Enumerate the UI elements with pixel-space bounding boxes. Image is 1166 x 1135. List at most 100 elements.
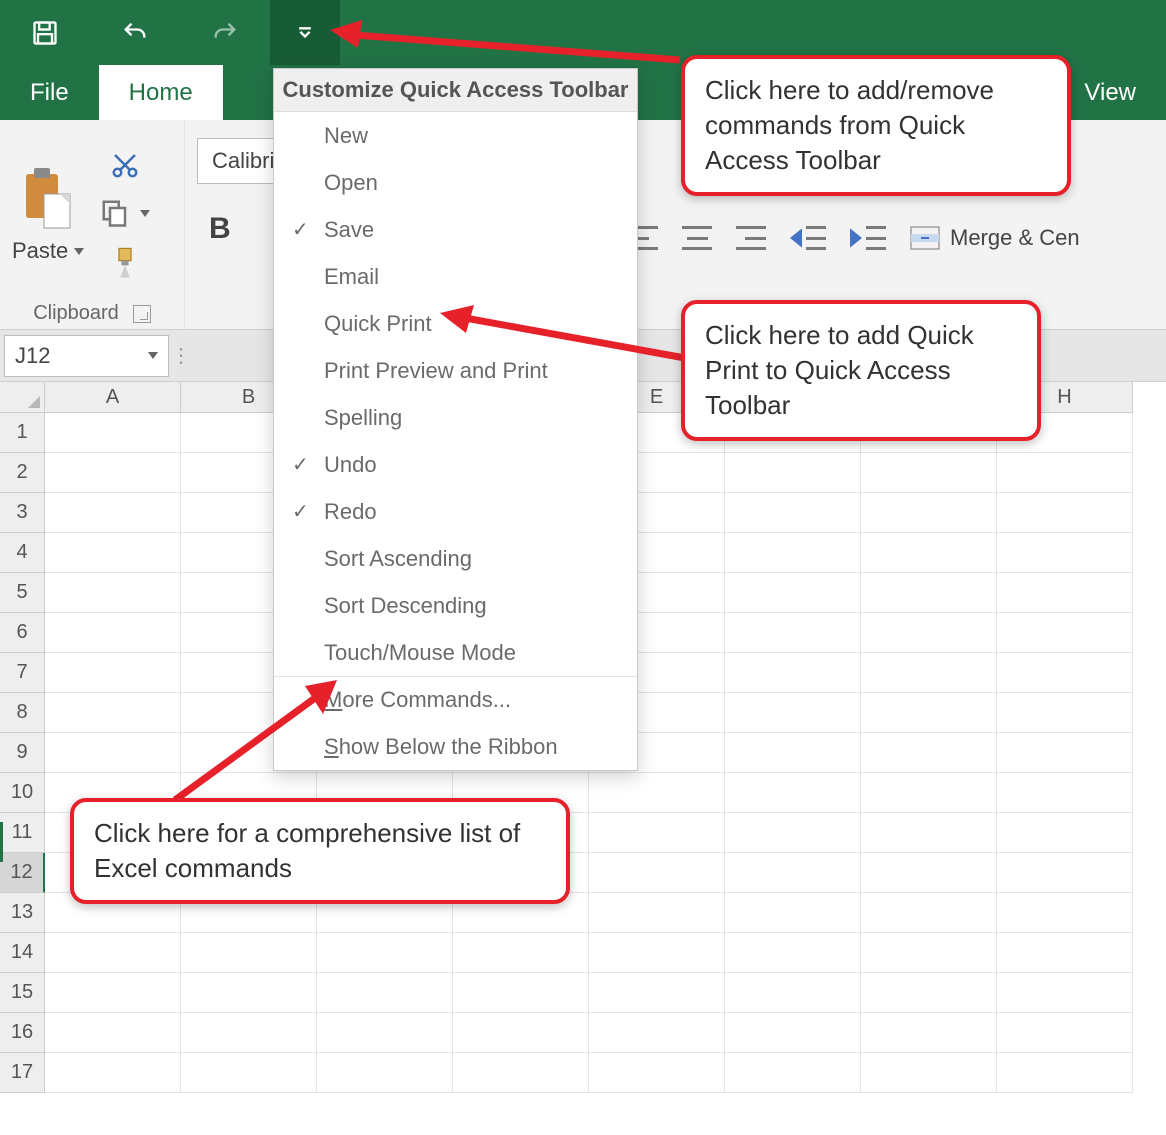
- row-header[interactable]: 4: [0, 533, 45, 573]
- cell[interactable]: [317, 933, 453, 973]
- column-header[interactable]: A: [45, 382, 181, 413]
- cell[interactable]: [997, 493, 1133, 533]
- cell[interactable]: [589, 1053, 725, 1093]
- name-box[interactable]: J12: [4, 335, 169, 377]
- cell[interactable]: [453, 973, 589, 1013]
- cell[interactable]: [725, 773, 861, 813]
- cell[interactable]: [997, 813, 1133, 853]
- cell[interactable]: [45, 933, 181, 973]
- cell[interactable]: [861, 533, 997, 573]
- undo-button[interactable]: [90, 0, 180, 65]
- cell[interactable]: [453, 1053, 589, 1093]
- decrease-indent-button[interactable]: [790, 226, 826, 250]
- cell[interactable]: [997, 1053, 1133, 1093]
- cell[interactable]: [181, 973, 317, 1013]
- cell[interactable]: [861, 453, 997, 493]
- cell[interactable]: [861, 893, 997, 933]
- clipboard-dialog-launcher[interactable]: [133, 305, 151, 323]
- tab-home[interactable]: Home: [99, 65, 223, 120]
- cut-button[interactable]: [110, 150, 140, 180]
- cell[interactable]: [861, 573, 997, 613]
- row-header[interactable]: 3: [0, 493, 45, 533]
- format-painter-button[interactable]: [110, 246, 140, 280]
- cell[interactable]: [997, 853, 1133, 893]
- align-right-button[interactable]: [736, 226, 766, 250]
- cell[interactable]: [861, 493, 997, 533]
- tab-view[interactable]: View: [1054, 65, 1166, 120]
- cell[interactable]: [181, 1053, 317, 1093]
- select-all-button[interactable]: [0, 382, 45, 413]
- cell[interactable]: [861, 693, 997, 733]
- row-header[interactable]: 10: [0, 773, 45, 813]
- cell[interactable]: [861, 973, 997, 1013]
- cell[interactable]: [861, 853, 997, 893]
- row-header[interactable]: 1: [0, 413, 45, 453]
- cell[interactable]: [997, 693, 1133, 733]
- cell[interactable]: [453, 933, 589, 973]
- qat-menu-item[interactable]: Undo: [274, 441, 637, 488]
- increase-indent-button[interactable]: [850, 226, 886, 250]
- align-center-button[interactable]: [682, 226, 712, 250]
- bold-button[interactable]: B: [197, 212, 243, 246]
- cell[interactable]: [181, 1013, 317, 1053]
- merge-center-button[interactable]: Merge & Cen: [910, 225, 1080, 251]
- formula-bar-handle[interactable]: ⋮: [169, 343, 195, 368]
- cell[interactable]: [725, 733, 861, 773]
- cell[interactable]: [45, 973, 181, 1013]
- row-header[interactable]: 2: [0, 453, 45, 493]
- cell[interactable]: [725, 493, 861, 533]
- cell[interactable]: [997, 533, 1133, 573]
- cell[interactable]: [997, 613, 1133, 653]
- row-header[interactable]: 13: [0, 893, 45, 933]
- cell[interactable]: [997, 1013, 1133, 1053]
- cell[interactable]: [589, 973, 725, 1013]
- cell[interactable]: [725, 973, 861, 1013]
- cell[interactable]: [181, 933, 317, 973]
- row-header[interactable]: 7: [0, 653, 45, 693]
- cell[interactable]: [725, 573, 861, 613]
- row-header[interactable]: 5: [0, 573, 45, 613]
- cell[interactable]: [997, 453, 1133, 493]
- row-header[interactable]: 6: [0, 613, 45, 653]
- cell[interactable]: [589, 853, 725, 893]
- cell[interactable]: [725, 1053, 861, 1093]
- cell[interactable]: [997, 893, 1133, 933]
- cell[interactable]: [725, 893, 861, 933]
- qat-menu-item[interactable]: Email: [274, 253, 637, 300]
- cell[interactable]: [589, 893, 725, 933]
- cell[interactable]: [589, 813, 725, 853]
- cell[interactable]: [45, 533, 181, 573]
- row-header[interactable]: 17: [0, 1053, 45, 1093]
- qat-menu-item[interactable]: Save: [274, 206, 637, 253]
- cell[interactable]: [317, 973, 453, 1013]
- row-header[interactable]: 9: [0, 733, 45, 773]
- cell[interactable]: [45, 493, 181, 533]
- cell[interactable]: [997, 733, 1133, 773]
- cell[interactable]: [45, 733, 181, 773]
- paste-button[interactable]: Paste: [12, 166, 84, 264]
- cell[interactable]: [725, 453, 861, 493]
- qat-menu-item[interactable]: Touch/Mouse Mode: [274, 629, 637, 676]
- cell[interactable]: [861, 1053, 997, 1093]
- cell[interactable]: [45, 1013, 181, 1053]
- cell[interactable]: [317, 1053, 453, 1093]
- cell[interactable]: [45, 573, 181, 613]
- qat-menu-item[interactable]: Sort Ascending: [274, 535, 637, 582]
- cell[interactable]: [997, 933, 1133, 973]
- cell[interactable]: [725, 1013, 861, 1053]
- row-header[interactable]: 8: [0, 693, 45, 733]
- cell[interactable]: [725, 653, 861, 693]
- cell[interactable]: [725, 813, 861, 853]
- qat-menu-item[interactable]: New: [274, 112, 637, 159]
- cell[interactable]: [317, 1013, 453, 1053]
- cell[interactable]: [997, 653, 1133, 693]
- cell[interactable]: [861, 1013, 997, 1053]
- cell[interactable]: [861, 773, 997, 813]
- cell[interactable]: [997, 973, 1133, 1013]
- cell[interactable]: [589, 773, 725, 813]
- cell[interactable]: [997, 773, 1133, 813]
- cell[interactable]: [45, 653, 181, 693]
- qat-menu-item[interactable]: Spelling: [274, 394, 637, 441]
- qat-menu-item[interactable]: Redo: [274, 488, 637, 535]
- cell[interactable]: [725, 693, 861, 733]
